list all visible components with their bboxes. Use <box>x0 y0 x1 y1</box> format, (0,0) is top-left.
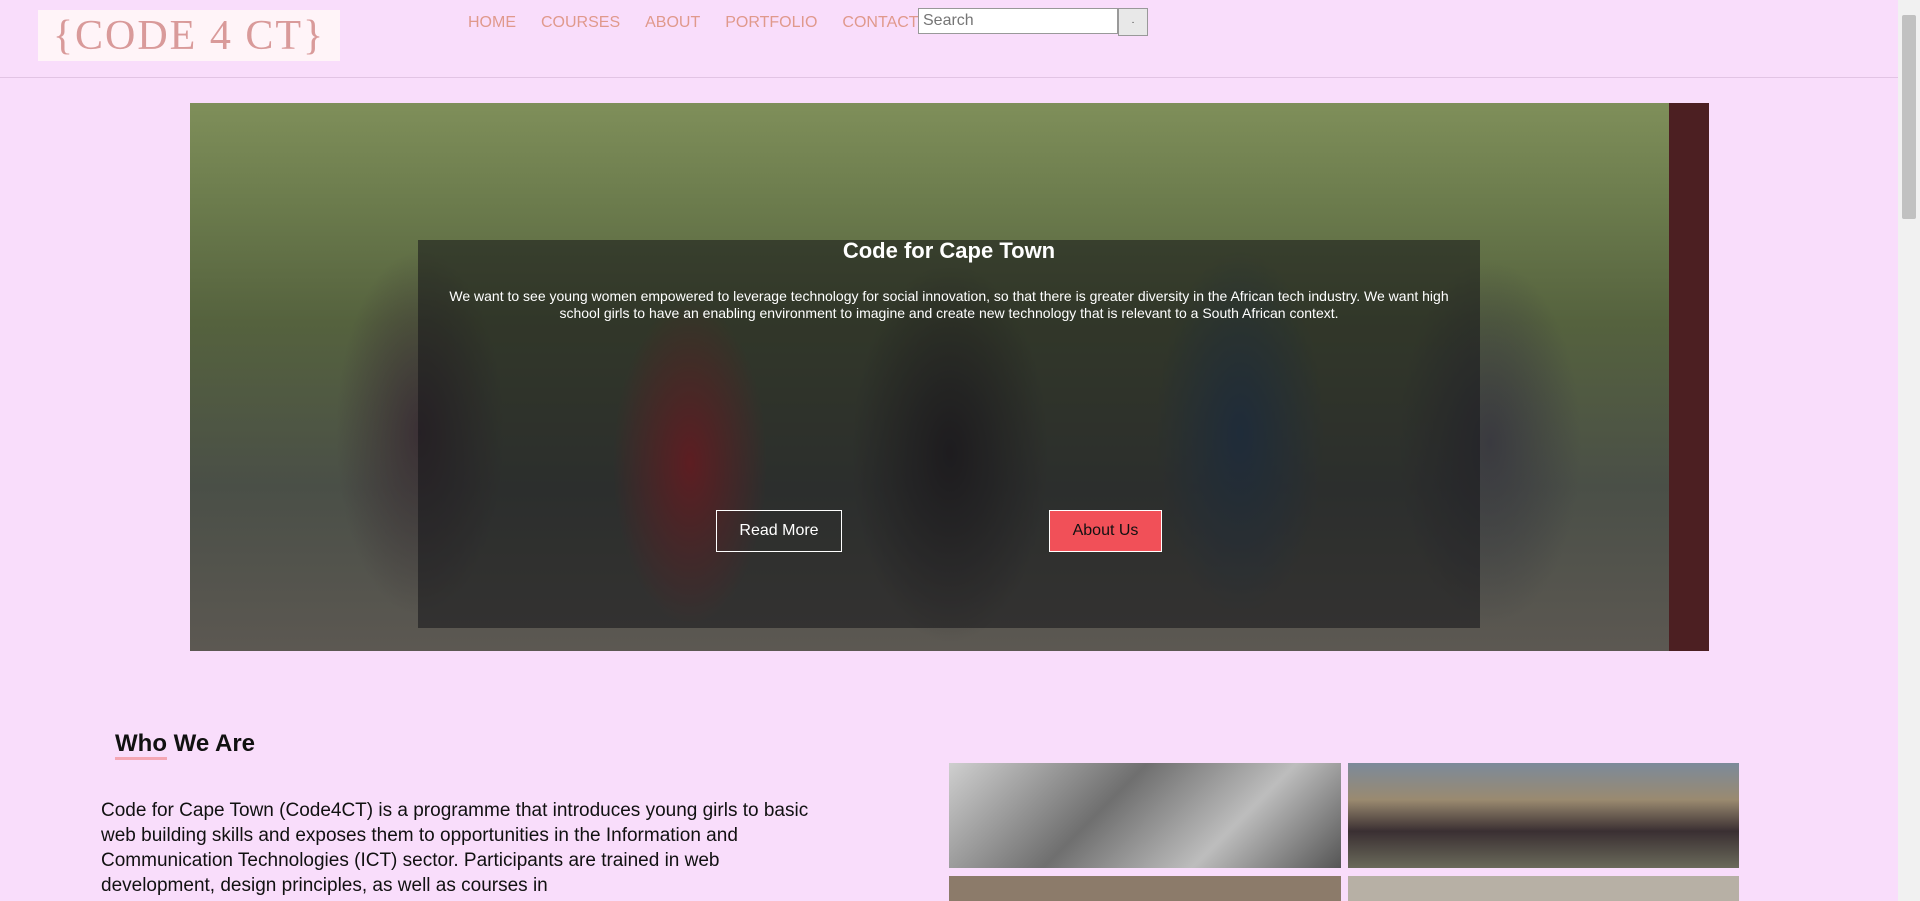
hero-photo-edge <box>1669 103 1709 651</box>
site-header: {CODE 4 CT} HOME COURSES ABOUT PORTFOLIO… <box>0 0 1898 78</box>
who-we-are-text: Code for Cape Town (Code4CT) is a progra… <box>101 800 809 896</box>
nav-about[interactable]: ABOUT <box>645 14 700 32</box>
hero-description: We want to see young women empowered to … <box>449 288 1449 321</box>
about-us-button[interactable]: About Us <box>1049 510 1162 552</box>
scrollbar-thumb[interactable] <box>1902 15 1916 219</box>
nav-contact[interactable]: CONTACT <box>842 14 918 32</box>
who-we-are-heading: Who We Are <box>115 730 256 757</box>
search-button[interactable]: · <box>1118 8 1148 36</box>
hero-banner: Code for Cape Town We want to see young … <box>190 103 1709 651</box>
gallery-image-2[interactable] <box>1348 763 1739 868</box>
hero-caption-box: Code for Cape Town We want to see young … <box>418 238 1480 628</box>
site-logo[interactable]: {CODE 4 CT} <box>38 10 340 61</box>
heading-underline <box>115 757 167 760</box>
gallery-image-4[interactable] <box>1348 876 1739 901</box>
main-nav: HOME COURSES ABOUT PORTFOLIO CONTACT <box>468 14 919 32</box>
search-input[interactable] <box>918 8 1118 34</box>
gallery-image-3[interactable] <box>949 876 1341 901</box>
nav-portfolio[interactable]: PORTFOLIO <box>725 14 817 32</box>
nav-home[interactable]: HOME <box>468 14 516 32</box>
page-scrollbar[interactable] <box>1898 0 1920 901</box>
read-more-button[interactable]: Read More <box>716 510 842 552</box>
gallery-image-1[interactable] <box>949 763 1341 868</box>
nav-courses[interactable]: COURSES <box>541 14 620 32</box>
hero-title: Code for Cape Town <box>842 238 1056 263</box>
